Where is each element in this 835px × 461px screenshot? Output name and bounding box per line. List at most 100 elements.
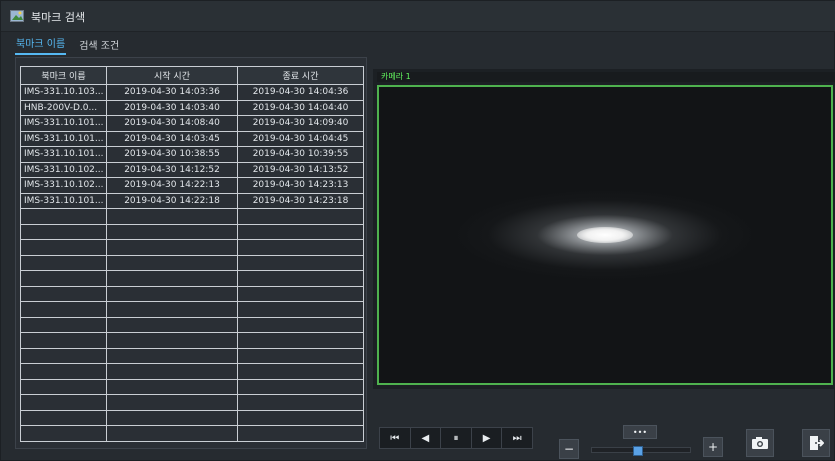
empty-cell xyxy=(237,254,364,271)
bookmark-name-cell: IMS-331.10.101... xyxy=(20,192,107,209)
timeline-slider-thumb[interactable] xyxy=(633,446,644,456)
empty-cell xyxy=(20,394,107,411)
start-time-cell: 2019-04-30 10:38:55 xyxy=(106,146,238,163)
table-row[interactable]: IMS-331.10.101... 2019-04-30 14:22:18 2019… xyxy=(20,192,364,209)
pause-icon: ⏸ xyxy=(453,432,459,444)
end-time-cell: 2019-04-30 14:23:18 xyxy=(237,192,364,209)
empty-cell xyxy=(106,285,238,302)
empty-cell xyxy=(106,208,238,225)
table-row[interactable]: IMS-331.10.101... 2019-04-30 14:08:40 2019… xyxy=(20,115,364,132)
empty-cell xyxy=(106,363,238,380)
bookmark-name-cell: HNB-200V-D.0... xyxy=(20,99,107,116)
tab-search-conditions[interactable]: 검색 조건 xyxy=(78,37,120,55)
empty-table-row xyxy=(20,332,364,349)
table-row[interactable]: IMS-331.10.102... 2019-04-30 14:12:52 2019… xyxy=(20,161,364,178)
empty-cell xyxy=(237,425,364,442)
start-time-cell: 2019-04-30 14:03:45 xyxy=(106,130,238,147)
empty-cell xyxy=(106,223,238,240)
empty-table-row xyxy=(20,285,364,302)
empty-cell xyxy=(237,378,364,395)
end-time-cell: 2019-04-30 14:04:40 xyxy=(237,99,364,116)
start-time-cell: 2019-04-30 14:12:52 xyxy=(106,161,238,178)
bookmark-name-cell: IMS-331.10.101... xyxy=(20,130,107,147)
play-button[interactable]: ▶ xyxy=(472,428,503,448)
table-row[interactable]: IMS-331.10.101... 2019-04-30 10:38:55 2019… xyxy=(20,146,364,163)
timeline-slider[interactable] xyxy=(591,446,691,456)
speed-indicator[interactable]: ••• xyxy=(623,425,657,439)
empty-cell xyxy=(20,239,107,256)
table-row[interactable]: IMS-331.10.103... 2019-04-30 14:03:36 2019… xyxy=(20,84,364,101)
empty-table-row xyxy=(20,223,364,240)
bookmark-name-cell: IMS-331.10.102... xyxy=(20,177,107,194)
empty-cell xyxy=(237,208,364,225)
bookmark-window-icon xyxy=(10,10,24,22)
empty-cell xyxy=(237,409,364,426)
bookmark-list-panel: 북마크 이름 시작 시간 종료 시간 IMS-331.10.103... 2019… xyxy=(15,57,367,449)
empty-table-row xyxy=(20,425,364,442)
empty-cell xyxy=(20,208,107,225)
empty-cell xyxy=(20,332,107,349)
light-core xyxy=(577,227,633,243)
skip-to-end-button[interactable]: ⏭ xyxy=(502,428,532,448)
step-back-button[interactable]: ◀ xyxy=(411,428,442,448)
column-header-start-time[interactable]: 시작 시간 xyxy=(106,66,238,85)
end-time-cell: 2019-04-30 14:23:13 xyxy=(237,177,364,194)
empty-cell xyxy=(20,254,107,271)
step-back-icon: ◀ xyxy=(421,432,430,444)
empty-cell xyxy=(106,239,238,256)
exit-door-icon xyxy=(810,436,824,450)
snapshot-button[interactable] xyxy=(746,429,774,457)
column-header-bookmark-name[interactable]: 북마크 이름 xyxy=(20,66,107,85)
empty-cell xyxy=(106,409,238,426)
bookmark-search-window: 북마크 검색 북마크 이름 검색 조건 북마크 이름 시작 시간 종료 시간 I… xyxy=(0,0,835,461)
empty-cell xyxy=(20,285,107,302)
empty-cell xyxy=(20,270,107,287)
empty-cell xyxy=(20,425,107,442)
empty-cell xyxy=(106,425,238,442)
table-row[interactable]: HNB-200V-D.0... 2019-04-30 14:03:40 2019-0… xyxy=(20,99,364,116)
skip-back-icon: ⏮ xyxy=(390,432,400,444)
play-icon: ▶ xyxy=(482,432,491,444)
camera-label: 카메라 1 xyxy=(381,72,411,81)
start-time-cell: 2019-04-30 14:08:40 xyxy=(106,115,238,132)
pause-button[interactable]: ⏸ xyxy=(441,428,472,448)
empty-table-row xyxy=(20,316,364,333)
empty-cell xyxy=(237,347,364,364)
exit-button[interactable] xyxy=(802,429,830,457)
skip-forward-icon: ⏭ xyxy=(512,432,522,444)
empty-table-row xyxy=(20,394,364,411)
title-bar: 북마크 검색 xyxy=(1,1,835,32)
empty-table-row xyxy=(20,363,364,380)
empty-cell xyxy=(20,409,107,426)
empty-cell xyxy=(106,347,238,364)
tab-bookmark-name[interactable]: 북마크 이름 xyxy=(15,35,67,55)
empty-cell xyxy=(106,316,238,333)
empty-cell xyxy=(20,378,107,395)
empty-cell xyxy=(237,363,364,380)
bookmark-name-cell: IMS-331.10.101... xyxy=(20,146,107,163)
table-row[interactable]: IMS-331.10.102... 2019-04-30 14:22:13 2019… xyxy=(20,177,364,194)
video-frame[interactable] xyxy=(377,85,833,385)
end-time-cell: 2019-04-30 14:04:36 xyxy=(237,84,364,101)
end-time-cell: 2019-04-30 10:39:55 xyxy=(237,146,364,163)
camera-icon xyxy=(752,437,768,449)
empty-table-row xyxy=(20,409,364,426)
empty-cell xyxy=(106,301,238,318)
empty-cell xyxy=(20,363,107,380)
end-time-cell: 2019-04-30 14:04:45 xyxy=(237,130,364,147)
bookmark-name-cell: IMS-331.10.102... xyxy=(20,161,107,178)
empty-cell xyxy=(237,332,364,349)
empty-cell xyxy=(20,347,107,364)
window-title: 북마크 검색 xyxy=(31,11,86,24)
skip-to-start-button[interactable]: ⏮ xyxy=(380,428,411,448)
tab-bar: 북마크 이름 검색 조건 xyxy=(15,37,120,55)
empty-cell xyxy=(237,239,364,256)
empty-table-row xyxy=(20,347,364,364)
empty-cell xyxy=(237,301,364,318)
column-header-end-time[interactable]: 종료 시간 xyxy=(237,66,364,85)
empty-cell xyxy=(106,270,238,287)
table-row[interactable]: IMS-331.10.101... 2019-04-30 14:03:45 2019… xyxy=(20,130,364,147)
zoom-out-button[interactable]: − xyxy=(559,439,579,459)
playback-controls: ⏮ ◀ ⏸ ▶ ⏭ xyxy=(379,427,533,449)
zoom-in-button[interactable]: + xyxy=(703,437,723,457)
